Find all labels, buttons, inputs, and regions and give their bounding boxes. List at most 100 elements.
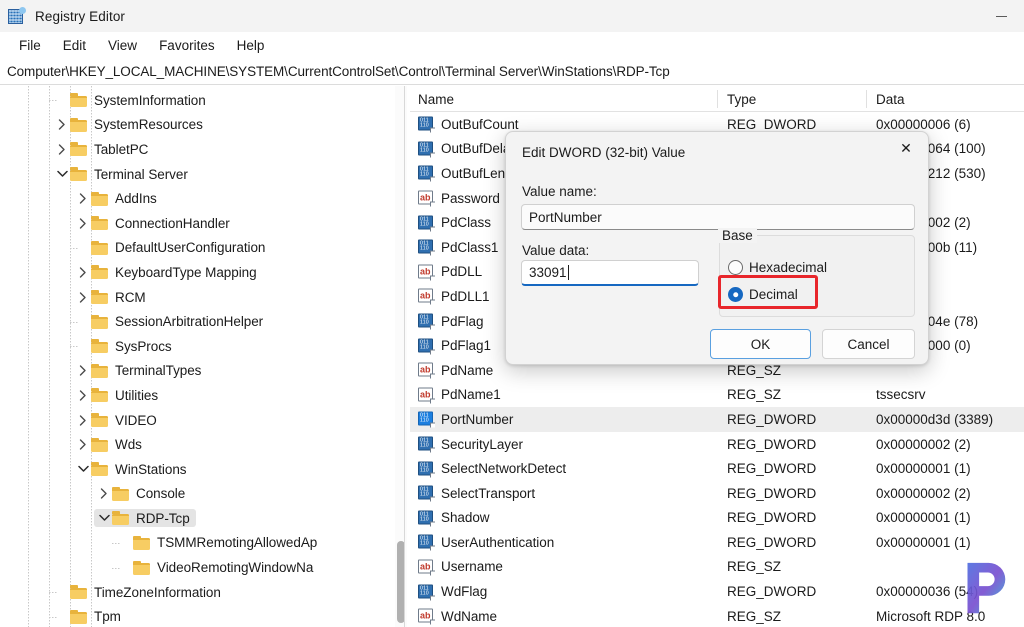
ok-button[interactable]: OK <box>710 329 811 359</box>
tree-node-videoremotingwindowna[interactable]: VideoRemotingWindowNa <box>0 555 409 580</box>
chevron-down-icon[interactable] <box>54 166 70 182</box>
chevron-right-icon[interactable] <box>75 387 91 403</box>
tree-node-sessionarbitrationhelper[interactable]: SessionArbitrationHelper <box>0 309 409 334</box>
radio-hexadecimal[interactable]: Hexadecimal <box>728 260 827 275</box>
tree-node-console[interactable]: Console <box>0 482 409 507</box>
tree-node-tpm[interactable]: Tpm <box>0 604 409 627</box>
tree-node-keyboardtype-mapping[interactable]: KeyboardType Mapping <box>0 260 409 285</box>
chevron-right-icon[interactable] <box>75 215 91 231</box>
folder-icon <box>70 93 88 108</box>
column-header-type[interactable]: Type <box>719 86 756 112</box>
tree-node-tabletpc[interactable]: TabletPC <box>0 137 409 162</box>
value-data-cell: 0x00000001 (1) <box>876 510 971 526</box>
chevron-down-icon[interactable] <box>75 461 91 477</box>
menu-item-view[interactable]: View <box>97 35 148 56</box>
tree-node-terminaltypes[interactable]: TerminalTypes <box>0 359 409 384</box>
tree-node-hit[interactable]: VIDEO <box>73 411 163 429</box>
tree-node-hit[interactable]: SystemResources <box>52 116 209 134</box>
tree-node-defaultuserconfiguration[interactable]: DefaultUserConfiguration <box>0 236 409 261</box>
tree-node-winstations[interactable]: WinStations <box>0 457 409 482</box>
tree-node-hit[interactable]: KeyboardType Mapping <box>73 263 263 281</box>
tree-node-systeminformation[interactable]: SystemInformation <box>0 88 409 113</box>
menu-bar: File Edit View Favorites Help <box>0 32 1024 59</box>
table-row[interactable]: 011 110 Shadow REG_DWORD 0x00000001 (1) <box>410 506 1024 531</box>
tree-node-hit[interactable]: SystemInformation <box>52 91 212 109</box>
table-row[interactable]: 011 110 SelectNetworkDetect REG_DWORD 0x0000… <box>410 456 1024 481</box>
tree-node-connectionhandler[interactable]: ConnectionHandler <box>0 211 409 236</box>
chevron-right-icon[interactable] <box>75 412 91 428</box>
radio-decimal[interactable]: Decimal <box>728 287 798 302</box>
tree-node-video[interactable]: VIDEO <box>0 408 409 433</box>
tree-node-label: SystemResources <box>94 117 203 133</box>
tree-node-hit[interactable]: VideoRemotingWindowNa <box>115 559 319 577</box>
chevron-right-icon[interactable] <box>54 141 70 157</box>
chevron-right-icon[interactable] <box>75 437 91 453</box>
value-name-cell: WdName <box>441 608 497 624</box>
chevron-right-icon[interactable] <box>75 264 91 280</box>
tree-node-wds[interactable]: Wds <box>0 432 409 457</box>
menu-item-favorites[interactable]: Favorites <box>148 35 226 56</box>
minimize-button[interactable] <box>979 0 1024 32</box>
chevron-right-icon[interactable] <box>75 191 91 207</box>
tree-node-rdp-tcp[interactable]: RDP-Tcp <box>0 506 409 531</box>
chevron-right-icon[interactable] <box>75 289 91 305</box>
tree-node-terminal-server[interactable]: Terminal Server <box>0 162 409 187</box>
tree-node-hit[interactable]: Tpm <box>52 608 127 626</box>
tree-node-hit[interactable]: TabletPC <box>52 140 154 158</box>
table-row[interactable]: ab PdName1 REG_SZ tssecsrv <box>410 383 1024 408</box>
folder-icon <box>91 265 109 280</box>
table-row[interactable]: ab WdName REG_SZ Microsoft RDP 8.0 <box>410 604 1024 627</box>
table-row[interactable]: 011 110 SecurityLayer REG_DWORD 0x00000002 (… <box>410 432 1024 457</box>
tree-elbow-guide <box>49 100 58 102</box>
value-name-cell: PortNumber <box>441 411 514 427</box>
tree-node-hit[interactable]: ConnectionHandler <box>73 214 236 232</box>
chevron-right-icon[interactable] <box>75 363 91 379</box>
tree-node-hit[interactable]: Utilities <box>73 386 164 404</box>
pane-splitter[interactable] <box>404 86 405 627</box>
cancel-button[interactable]: Cancel <box>822 329 915 359</box>
tree-node-hit[interactable]: Terminal Server <box>52 165 194 183</box>
tree-node-timezoneinformation[interactable]: TimeZoneInformation <box>0 580 409 605</box>
value-data-cell: 0x00000001 (1) <box>876 461 971 477</box>
table-row[interactable]: 011 110 SelectTransport REG_DWORD 0x00000002… <box>410 481 1024 506</box>
tree-node-hit[interactable]: Console <box>94 485 191 503</box>
tree-node-sysprocs[interactable]: SysProcs <box>0 334 409 359</box>
tree-node-hit[interactable]: WinStations <box>73 460 192 478</box>
tree-node-hit[interactable]: DefaultUserConfiguration <box>73 239 271 257</box>
tree-node-hit[interactable]: RCM <box>73 288 152 306</box>
close-icon[interactable]: ✕ <box>884 132 928 165</box>
tree-node-hit[interactable]: TSMMRemotingAllowedAp <box>115 534 323 552</box>
menu-item-edit[interactable]: Edit <box>52 35 97 56</box>
tree-node-hit[interactable]: SysProcs <box>73 337 178 355</box>
value-name-input[interactable]: PortNumber <box>521 204 915 230</box>
tree-node-systemresources[interactable]: SystemResources <box>0 113 409 138</box>
chevron-down-icon[interactable] <box>96 510 112 526</box>
table-row[interactable]: 011 110 WdFlag REG_DWORD 0x00000036 (54) <box>410 579 1024 604</box>
column-divider-name-type[interactable] <box>717 90 718 108</box>
column-header-data[interactable]: Data <box>868 86 905 112</box>
table-row[interactable]: ab Username REG_SZ <box>410 555 1024 580</box>
value-data-input[interactable]: 33091 <box>521 260 699 286</box>
registry-tree-pane[interactable]: SystemInformation SystemResources TabletPC… <box>0 86 409 627</box>
tree-elbow-guide <box>70 247 79 249</box>
tree-node-hit[interactable]: TerminalTypes <box>73 362 207 380</box>
tree-node-hit[interactable]: RDP-Tcp <box>94 509 196 528</box>
tree-node-rcm[interactable]: RCM <box>0 285 409 310</box>
address-bar[interactable]: Computer\HKEY_LOCAL_MACHINE\SYSTEM\Curre… <box>0 59 1024 85</box>
tree-node-hit[interactable]: SessionArbitrationHelper <box>73 313 269 331</box>
table-row[interactable]: 011 110 PortNumber REG_DWORD 0x00000d3d (338… <box>410 407 1024 432</box>
menu-item-file[interactable]: File <box>8 35 52 56</box>
tree-node-addins[interactable]: AddIns <box>0 186 409 211</box>
column-divider-type-data[interactable] <box>866 90 867 108</box>
chevron-right-icon[interactable] <box>54 117 70 133</box>
menu-item-help[interactable]: Help <box>226 35 276 56</box>
tree-node-hit[interactable]: AddIns <box>73 190 163 208</box>
table-row[interactable]: 011 110 UserAuthentication REG_DWORD 0x00000… <box>410 530 1024 555</box>
tree-node-hit[interactable]: Wds <box>73 436 148 454</box>
tree-node-tsmmremotingallowedap[interactable]: TSMMRemotingAllowedAp <box>0 531 409 556</box>
column-header-name[interactable]: Name <box>410 86 454 112</box>
value-type-cell: REG_DWORD <box>727 510 817 526</box>
tree-node-utilities[interactable]: Utilities <box>0 383 409 408</box>
chevron-right-icon[interactable] <box>96 486 112 502</box>
tree-node-hit[interactable]: TimeZoneInformation <box>52 583 227 601</box>
